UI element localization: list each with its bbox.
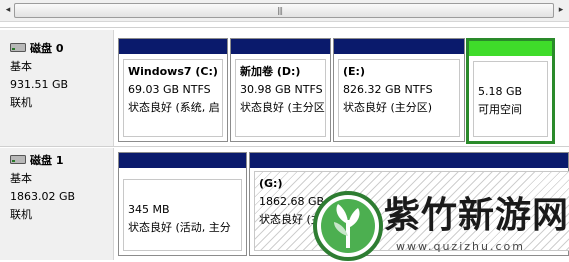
scrollbar-thumb[interactable]: |||: [14, 3, 554, 18]
scrollbar-grip-icon: |||: [277, 6, 283, 15]
disk-0-size: 931.51 GB: [10, 78, 69, 91]
scroll-right-arrow-icon[interactable]: ▸: [555, 4, 567, 16]
disk-1-type: 基本: [10, 172, 32, 185]
partition-bar: [231, 39, 330, 54]
disk-0-status: 联机: [10, 96, 32, 109]
partition-size: 345 MB: [128, 203, 170, 216]
disk-0-label[interactable]: 磁盘 0 基本 931.51 GB 联机: [0, 30, 114, 146]
watermark-url: www.quzizhu.com: [396, 240, 525, 253]
row-divider: [0, 146, 569, 147]
partition-bar: [119, 39, 227, 54]
disk-1-status: 联机: [10, 208, 32, 221]
partition-title: [128, 183, 237, 201]
partition-unallocated[interactable]: 5.18 GB 可用空间: [466, 38, 555, 144]
scroll-left-arrow-icon[interactable]: ◂: [2, 4, 14, 16]
watermark-text: 紫竹新游网: [384, 195, 569, 236]
partition-title: (E:): [343, 65, 365, 78]
partition-title: 新加卷 (D:): [240, 65, 301, 78]
disk-1-label[interactable]: 磁盘 1 基本 1863.02 GB 联机: [0, 148, 114, 260]
partition-title: [478, 65, 543, 83]
horizontal-scrollbar[interactable]: ◂ ||| ▸: [0, 0, 569, 22]
partition-title: Windows7 (C:): [128, 65, 218, 78]
partition-status: 状态良好 (系统, 启: [128, 101, 220, 114]
disk-0-type: 基本: [10, 60, 32, 73]
disk-icon: [10, 155, 26, 164]
disk-0-name: 磁盘 0: [30, 42, 64, 55]
partition-size: 30.98 GB NTFS: [240, 83, 323, 96]
partition-size: 69.03 GB NTFS: [128, 83, 211, 96]
partition-c[interactable]: Windows7 (C:) 69.03 GB NTFS 状态良好 (系统, 启: [118, 38, 228, 142]
partition-d[interactable]: 新加卷 (D:) 30.98 GB NTFS 状态良好 (主分区: [230, 38, 331, 142]
partition-bar: [469, 41, 552, 56]
disk-icon: [10, 43, 26, 52]
partition-system-reserved[interactable]: 345 MB 状态良好 (活动, 主分: [118, 152, 247, 256]
partition-e[interactable]: (E:) 826.32 GB NTFS 状态良好 (主分区): [333, 38, 465, 142]
partition-size: 826.32 GB NTFS: [343, 83, 433, 96]
partition-size: 5.18 GB: [478, 85, 523, 98]
partition-status: 状态良好 (主分区: [240, 101, 325, 114]
partition-status: 状态良好 (主分区): [343, 101, 433, 114]
partition-status: 可用空间: [478, 103, 522, 116]
partition-bar: [250, 153, 568, 168]
partition-title: (G:): [259, 177, 283, 190]
row-divider: [0, 27, 569, 28]
watermark-logo-icon: [313, 191, 383, 261]
disk-1-name: 磁盘 1: [30, 154, 64, 167]
partition-bar: [119, 153, 246, 168]
partition-status: 状态良好 (活动, 主分: [128, 221, 231, 234]
disk-1-size: 1863.02 GB: [10, 190, 76, 203]
partition-bar: [334, 39, 464, 54]
